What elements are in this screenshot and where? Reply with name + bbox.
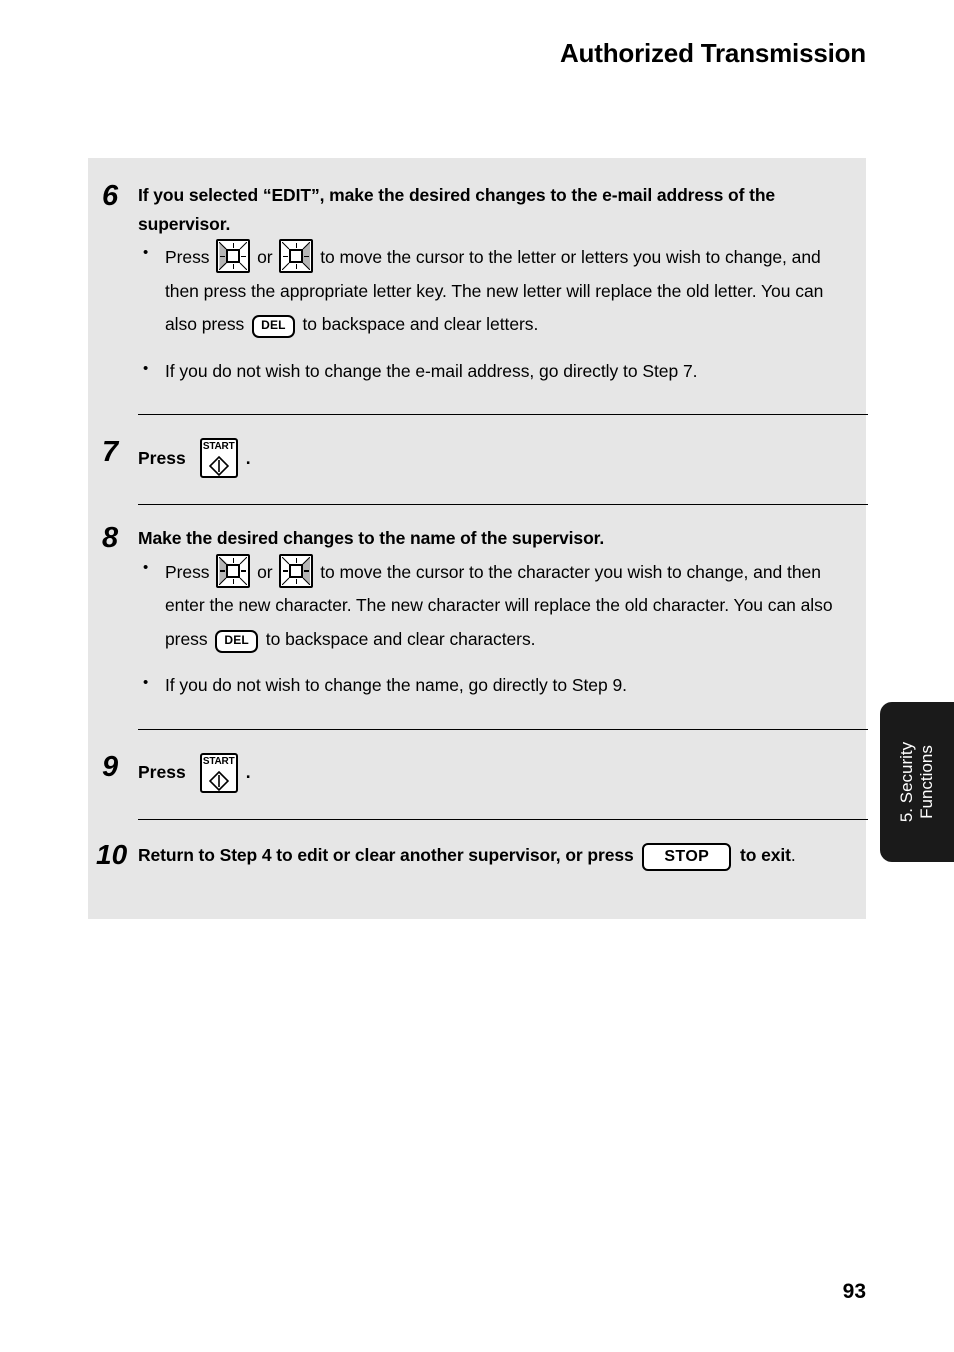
key-tick-right: [241, 570, 247, 572]
stop-key-icon[interactable]: STOP: [642, 842, 732, 872]
key-tick-left: [283, 570, 289, 572]
step-6: 6 If you selected “EDIT”, make the desir…: [88, 158, 866, 414]
period: .: [245, 447, 251, 468]
bullet-8-1-text-a: Press: [165, 561, 210, 582]
start-key-label: START: [202, 755, 235, 767]
key-tick-right: [304, 570, 310, 572]
key-center: [289, 563, 304, 578]
start-diamond-icon: [208, 456, 229, 477]
start-key-icon[interactable]: START: [199, 438, 238, 479]
key-center: [226, 249, 241, 264]
step-10-body: Return to Step 4 to edit or clear anothe…: [138, 819, 866, 920]
section-tab-label: 5. Security Functions: [897, 742, 937, 822]
bullet-8-1-text-c: to backspace and clear characters.: [265, 628, 536, 649]
bullet-6-1-text-a: Press: [165, 247, 210, 268]
step-10-number: 10: [96, 838, 128, 870]
section-tab-line-1: 5. Security: [896, 741, 916, 823]
step-8-title: Make the desired changes to the name of …: [138, 528, 605, 549]
list-item: If you do not wish to change the name, g…: [138, 669, 852, 703]
key-center: [226, 563, 241, 578]
step-6-title: If you selected “EDIT”, make the desired…: [138, 185, 776, 235]
list-item: Press: [138, 553, 852, 657]
key-tick-bottom: [295, 264, 298, 270]
key-tick-right: [304, 255, 310, 258]
key-tick-left: [283, 255, 289, 258]
bullet-8-1-text-or: or: [257, 561, 273, 582]
step-6-body: If you selected “EDIT”, make the desired…: [138, 158, 866, 414]
step-10-text-b: to exit: [740, 844, 791, 865]
cursor-left-key-icon[interactable]: [216, 553, 251, 588]
step-8-body: Make the desired changes to the name of …: [138, 504, 866, 728]
cursor-right-key-icon[interactable]: [279, 553, 314, 588]
key-tick-bottom: [232, 264, 235, 270]
key-tick-left: [220, 570, 226, 572]
list-item: Press: [138, 239, 852, 342]
step-6-number: 6: [102, 180, 119, 212]
step-7-instruction: Press START .: [138, 438, 852, 479]
step-9: 9 Press START .: [88, 728, 868, 819]
del-key-icon[interactable]: DEL: [252, 315, 295, 339]
bullet-6-1-text-c: to backspace and clear letters.: [302, 314, 539, 335]
start-key-label: START: [202, 441, 235, 453]
key-tick-bottom: [232, 578, 235, 584]
key-tick-bottom: [295, 578, 298, 584]
step-10-text-c: .: [790, 844, 796, 865]
procedure-panel: 6 If you selected “EDIT”, make the desir…: [88, 158, 868, 920]
page-number: 93: [842, 1280, 866, 1303]
step-9-body: Press START .: [138, 729, 866, 819]
key-tick-top: [232, 557, 235, 563]
del-key-icon[interactable]: DEL: [215, 629, 258, 653]
cursor-right-key-icon[interactable]: [279, 239, 314, 274]
step-10-title: Return to Step 4 to edit or clear anothe…: [138, 841, 852, 872]
step-7-number: 7: [102, 436, 119, 469]
press-label: Press: [138, 762, 186, 783]
start-key-icon[interactable]: START: [199, 752, 238, 793]
key-tick-right: [241, 255, 247, 258]
section-tab-line-2: Functions: [917, 745, 936, 819]
key-tick-left: [220, 255, 226, 258]
key-tick-top: [295, 243, 298, 249]
step-9-number: 9: [102, 750, 119, 783]
step-6-bullets: Press: [138, 239, 852, 388]
step-7: 7 Press START .: [88, 414, 868, 504]
step-10-text-a: Return to Step 4 to edit or clear anothe…: [138, 844, 634, 865]
start-diamond-icon: [208, 770, 229, 791]
cursor-left-key-icon[interactable]: [216, 239, 251, 274]
period: .: [245, 762, 251, 783]
press-label: Press: [138, 447, 186, 468]
step-8-bullets: Press: [138, 553, 852, 703]
step-9-instruction: Press START .: [138, 752, 852, 793]
key-tick-top: [295, 557, 298, 563]
section-tab-security-functions: 5. Security Functions: [880, 702, 954, 862]
step-10: 10 Return to Step 4 to edit or clear ano…: [88, 818, 868, 920]
step-8-number: 8: [102, 522, 119, 555]
key-center: [289, 249, 304, 264]
step-7-body: Press START .: [138, 414, 866, 504]
key-tick-top: [232, 243, 235, 249]
bullet-6-1-text-or: or: [257, 247, 273, 268]
page-title: Authorized Transmission: [559, 38, 866, 68]
step-8: 8 Make the desired changes to the name o…: [88, 504, 868, 728]
list-item: If you do not wish to change the e-mail …: [138, 355, 852, 389]
